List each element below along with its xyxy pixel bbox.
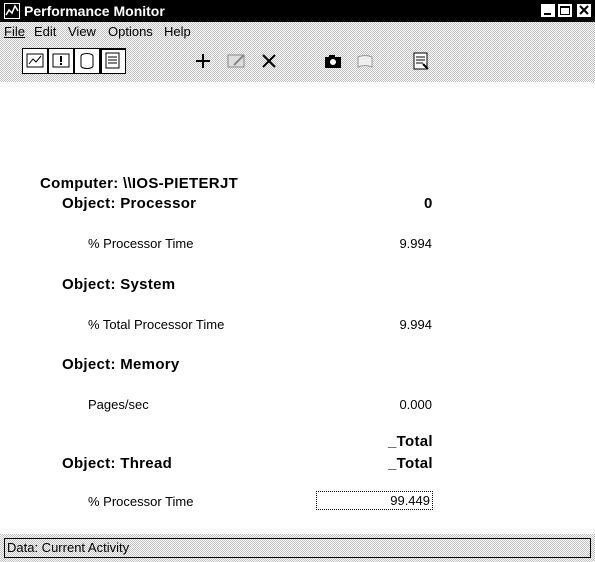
menu-bar: File Edit View Options Help [0,22,595,42]
title-bar[interactable]: Performance Monitor [0,0,595,22]
menu-options-label: Options [108,24,153,39]
snapshot-button[interactable] [320,48,346,74]
counter-value[interactable]: 0.000 [322,397,432,412]
edit-counter-button[interactable] [224,48,250,74]
counter-label: % Processor Time [88,236,194,251]
report-view-icon [105,52,120,69]
menu-file-label: File [4,24,25,39]
menu-help[interactable]: Help [164,24,191,39]
menu-file[interactable]: File [4,24,25,39]
selected-counter-value[interactable]: 99.449 [316,491,433,510]
computer-label: Computer: \\IOS-PIETERJT [40,175,239,192]
toolbar [0,42,595,82]
minimize-button[interactable] [540,3,556,18]
status-text: Data: Current Activity [4,538,591,558]
counter-value[interactable]: 9.994 [322,317,432,332]
object-memory-heading: Object: Memory [62,356,180,373]
delete-counter-icon [262,54,276,68]
performance-monitor-window: Performance Monitor File Edit View Optio… [0,0,595,562]
window-title: Performance Monitor [24,3,165,19]
thread-instance-bottom: _Total [388,455,433,472]
menu-options[interactable]: Options [108,24,153,39]
options-icon [413,52,429,70]
menu-view-label: View [68,24,96,39]
report-view-button[interactable] [100,48,126,74]
object-thread-heading: Object: Thread [62,455,173,472]
alert-view-button[interactable] [48,48,74,74]
menu-edit[interactable]: Edit [34,24,56,39]
edit-counter-icon [227,54,245,68]
performance-monitor-app-icon[interactable] [4,3,20,19]
maximize-button[interactable] [557,3,573,18]
options-button[interactable] [408,48,434,74]
menu-edit-label: Edit [34,24,57,39]
add-counter-button[interactable] [190,48,216,74]
delete-counter-button[interactable] [256,48,282,74]
counter-label: Pages/sec [88,397,149,412]
maximize-icon [560,6,570,15]
chart-view-icon [26,53,44,68]
snapshot-icon [325,55,341,68]
processor-instance-label: 0 [424,195,433,212]
close-icon [579,5,589,15]
report-view: Computer: \\IOS-PIETERJT Object: Process… [0,82,595,534]
counter-value[interactable]: 9.994 [322,236,432,251]
log-view-icon [80,53,94,69]
bookmark-button[interactable] [352,48,378,74]
close-button[interactable] [576,3,592,18]
log-view-button[interactable] [74,48,100,74]
object-system-heading: Object: System [62,276,176,293]
bookmark-icon [357,55,373,68]
status-bar: Data: Current Activity [0,534,595,562]
add-counter-icon [196,54,210,68]
counter-label: % Processor Time [88,494,194,509]
thread-instance-top: _Total [388,433,433,450]
object-processor-heading: Object: Processor [62,195,197,212]
counter-label: % Total Processor Time [88,317,225,332]
chart-view-button[interactable] [22,48,48,74]
menu-view[interactable]: View [68,24,96,39]
menu-help-label: Help [164,24,191,39]
minimize-icon [544,13,551,15]
alert-view-icon [52,53,70,68]
